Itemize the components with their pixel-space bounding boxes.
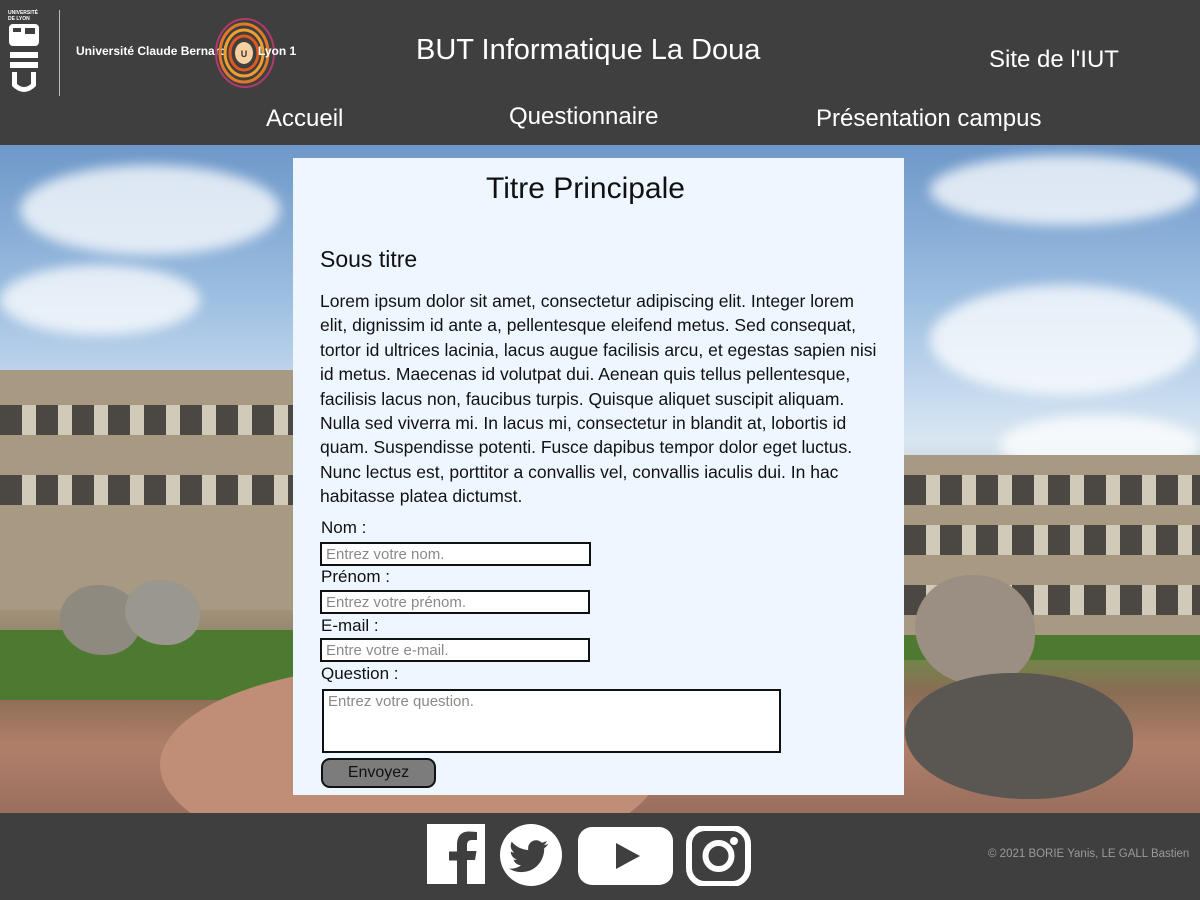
question-label: Question : [321, 664, 399, 683]
nom-input[interactable] [320, 542, 591, 566]
universite-de-lyon-crest: UNIVERSITÉ DE LYON [6, 10, 44, 96]
site-title: BUT Informatique La Doua [416, 34, 761, 66]
twitter-icon[interactable] [496, 824, 566, 886]
email-label: E-mail : [321, 616, 379, 635]
site-footer: © 2021 BORIE Yanis, LE GALL Bastien [0, 813, 1200, 900]
site-header: UNIVERSITÉ DE LYON Université Claude Ber… [0, 0, 1200, 145]
nav-questionnaire[interactable]: Questionnaire [509, 103, 658, 131]
submit-button[interactable]: Envoyez [321, 758, 436, 788]
nav-presentation-campus[interactable]: Présentation campus [816, 105, 1041, 133]
university-name: Université Claude Bernard [76, 44, 227, 58]
prenom-input[interactable] [320, 590, 590, 614]
instagram-icon[interactable] [686, 826, 751, 886]
logo-divider [59, 10, 60, 96]
youtube-icon[interactable] [578, 827, 673, 885]
copyright-text: © 2021 BORIE Yanis, LE GALL Bastien [988, 848, 1190, 860]
page-title: Titre Principale [486, 172, 685, 205]
nav-accueil[interactable]: Accueil [266, 105, 343, 133]
iut-site-link[interactable]: Site de l'IUT [989, 46, 1119, 74]
prenom-label: Prénom : [321, 567, 390, 586]
svg-text:U: U [241, 49, 248, 59]
page-subtitle: Sous titre [320, 246, 418, 272]
body-text: Lorem ipsum dolor sit amet, consectetur … [320, 291, 877, 507]
content-card: Titre Principale Sous titre Lorem ipsum … [293, 158, 904, 795]
email-input[interactable] [320, 638, 590, 662]
facebook-icon[interactable] [427, 824, 485, 884]
university-city: Lyon 1 [258, 44, 297, 58]
question-textarea[interactable] [322, 689, 781, 753]
university-logo[interactable]: UNIVERSITÉ DE LYON Université Claude Ber… [6, 8, 306, 100]
nom-label: Nom : [321, 518, 367, 537]
